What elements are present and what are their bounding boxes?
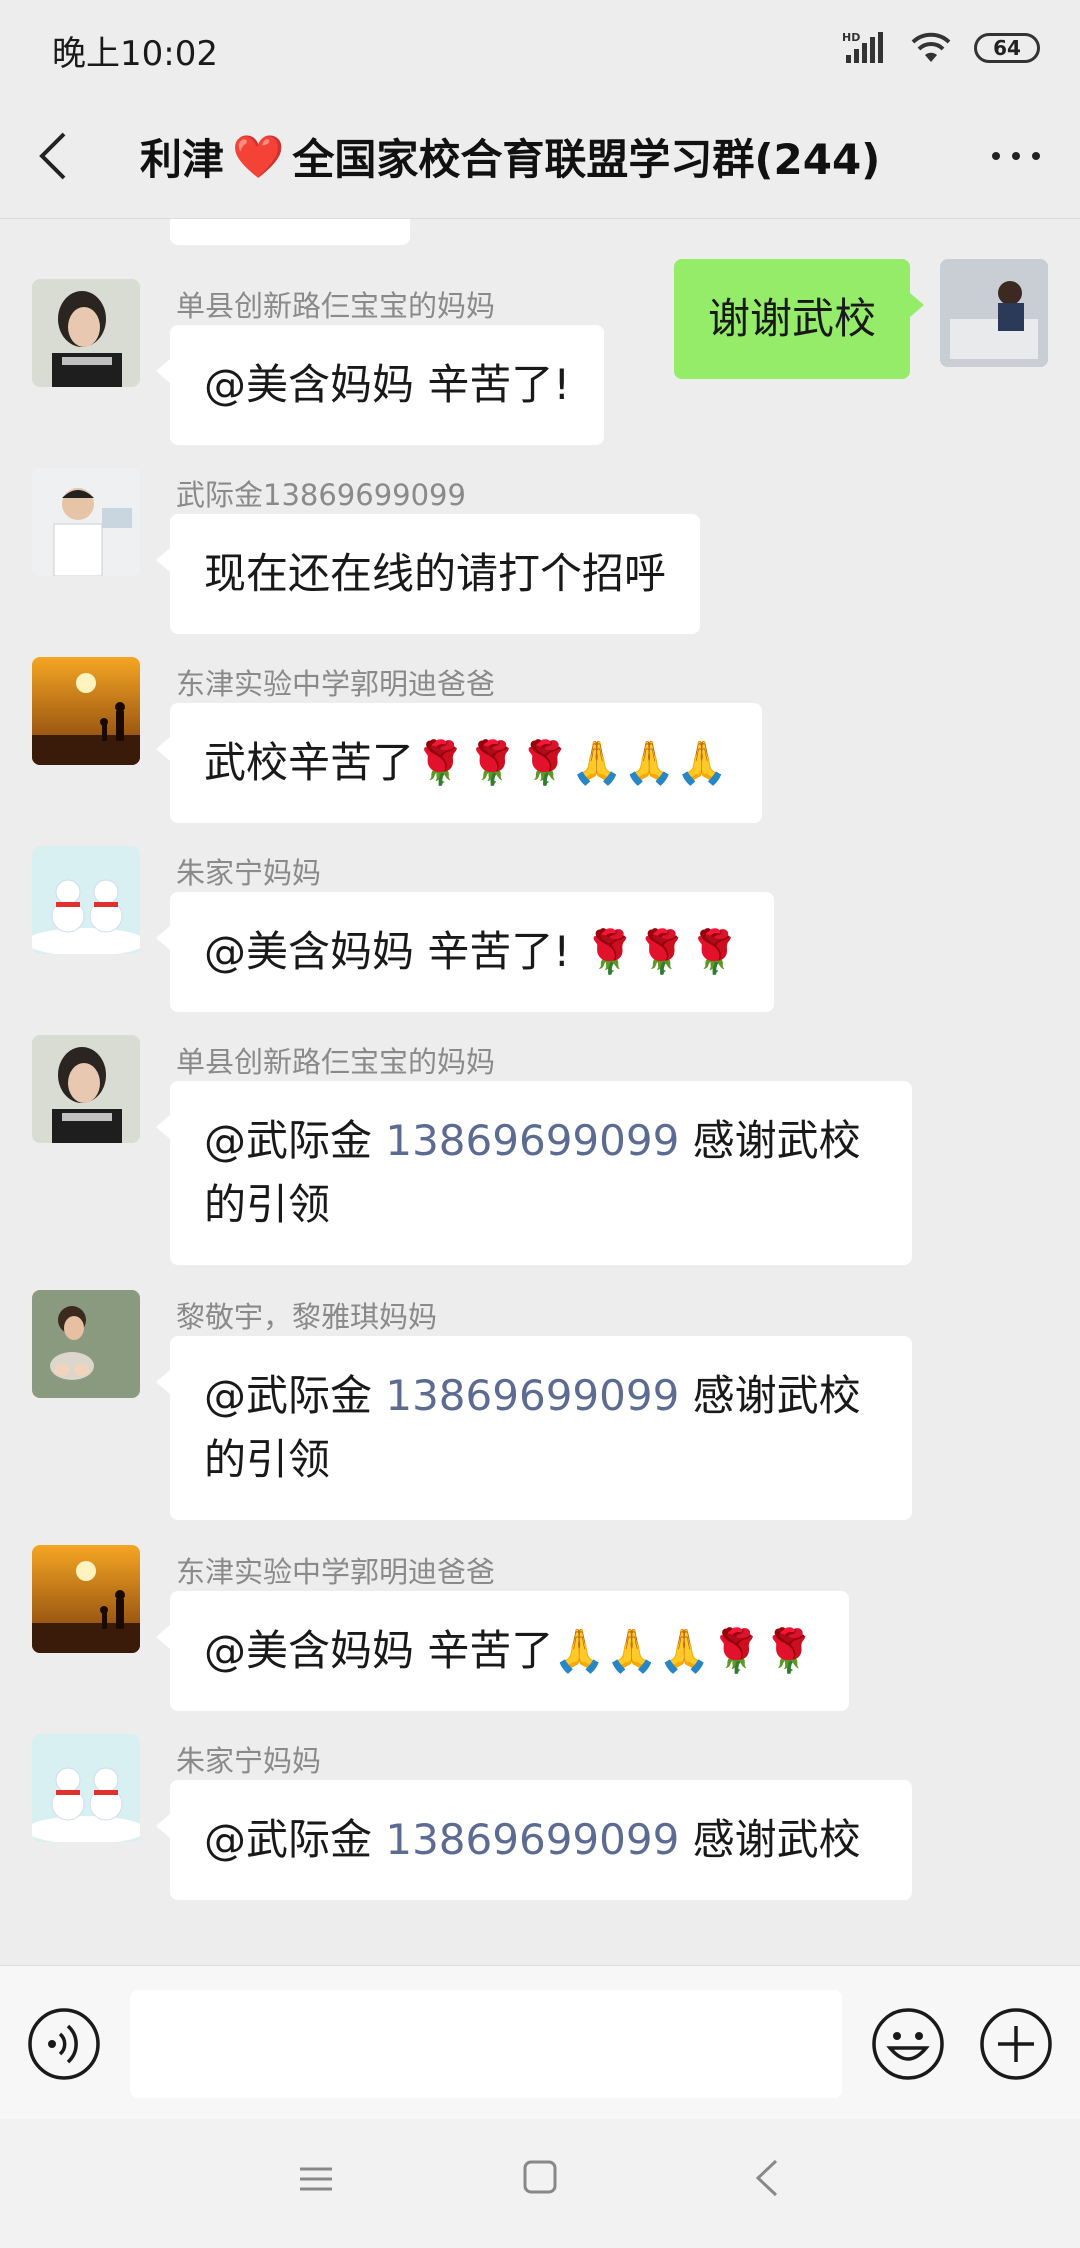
message-bubble[interactable]: @武际金 13869699099 感谢武校 的引领 <box>156 1081 912 1265</box>
avatar[interactable] <box>32 1035 140 1143</box>
nav-back-icon[interactable] <box>752 2157 782 2199</box>
mention-text: @武际金 <box>204 1116 386 1165</box>
message-text: 感谢武校 <box>679 1371 861 1420</box>
child-water-icon <box>32 1290 140 1398</box>
woman-portrait-icon <box>32 1035 140 1143</box>
status-time: 晚上10:02 <box>52 34 218 74</box>
snowmen-icon <box>32 1734 140 1842</box>
phone-link[interactable]: 13869699099 <box>385 1815 679 1864</box>
system-nav-bar <box>0 2119 1080 2248</box>
phone-link[interactable]: 13869699099 <box>385 1116 679 1165</box>
input-bar <box>0 1965 1080 2119</box>
battery-indicator: 64 <box>974 33 1040 63</box>
heart-emoji: ❤️ <box>232 131 285 181</box>
message-bubble[interactable]: @武际金 13869699099 感谢武校 <box>156 1780 912 1900</box>
status-bar: 晚上10:02 HD 64 <box>0 0 1080 96</box>
man-portrait-icon <box>32 468 140 576</box>
back-arrow-icon[interactable] <box>34 126 74 186</box>
emoji-icon[interactable] <box>870 2006 946 2082</box>
avatar[interactable] <box>32 1545 140 1653</box>
avatar[interactable] <box>32 1290 140 1398</box>
child-desk-icon <box>940 259 1048 367</box>
sender-name: 朱家宁妈妈 <box>176 856 322 890</box>
message-bubble[interactable]: 谢谢武校 <box>673 259 925 379</box>
message-bubble[interactable]: @美含妈妈 辛苦了! 🌹🌹🌹 <box>155 892 775 1012</box>
sunset-silhouette-icon <box>32 1545 140 1653</box>
avatar[interactable] <box>32 846 140 954</box>
message-text: 感谢武校 <box>679 1116 861 1165</box>
avatar[interactable] <box>32 657 140 765</box>
sender-name: 东津实验中学郭明迪爸爸 <box>176 1555 496 1589</box>
avatar[interactable] <box>940 259 1048 367</box>
sender-name: 东津实验中学郭明迪爸爸 <box>176 667 496 701</box>
sender-name: 黎敬宇，黎雅琪妈妈 <box>176 1300 438 1334</box>
sender-name: 单县创新路仨宝宝的妈妈 <box>176 1045 496 1079</box>
avatar[interactable] <box>32 468 140 576</box>
message-text-line2: 的引领 <box>204 1180 331 1229</box>
mention-text: @武际金 <box>204 1371 386 1420</box>
voice-input-icon[interactable] <box>26 2006 102 2082</box>
signal-icon: HD <box>842 31 883 63</box>
snowmen-icon <box>32 846 140 954</box>
message-bubble-partial <box>170 219 410 245</box>
sender-name: 朱家宁妈妈 <box>176 1744 322 1778</box>
more-options-icon[interactable] <box>986 136 1046 176</box>
message-bubble[interactable]: @美含妈妈 辛苦了🙏🙏🙏🌹🌹 <box>156 1591 849 1711</box>
avatar[interactable] <box>32 279 140 387</box>
message-bubble[interactable]: @美含妈妈 辛苦了! <box>155 325 605 445</box>
woman-portrait-icon <box>32 279 140 387</box>
status-icons: HD 64 <box>842 30 1040 66</box>
menu-icon[interactable] <box>298 2161 334 2197</box>
message-text-line2: 的引领 <box>204 1435 331 1484</box>
sunset-silhouette-icon <box>32 657 140 765</box>
avatar[interactable] <box>32 1734 140 1842</box>
message-input[interactable] <box>130 1990 842 2098</box>
chat-title-part2: 全国家校合育联盟学习群(244) <box>292 135 881 184</box>
home-icon[interactable] <box>522 2159 558 2195</box>
message-list[interactable]: 谢谢武校 单县创新路仨宝宝的妈妈 @美含妈妈 辛苦了! 武际金138696990… <box>0 219 1080 1965</box>
message-bubble[interactable]: @武际金 13869699099 感谢武校 的引领 <box>156 1336 912 1520</box>
chat-header: 利津 ❤️ 全国家校合育联盟学习群(244) <box>0 96 1080 218</box>
wifi-icon <box>911 32 951 62</box>
sender-name: 单县创新路仨宝宝的妈妈 <box>176 289 496 323</box>
message-bubble[interactable]: 武校辛苦了🌹🌹🌹🙏🙏🙏 <box>156 703 762 823</box>
sender-name: 武际金13869699099 <box>176 478 466 512</box>
phone-link[interactable]: 13869699099 <box>385 1371 679 1420</box>
hd-label: HD <box>842 31 860 44</box>
chat-title: 利津 ❤️ 全国家校合育联盟学习群(244) <box>140 126 940 187</box>
message-text: 感谢武校 <box>679 1815 861 1864</box>
message-bubble[interactable]: 现在还在线的请打个招呼 <box>155 514 701 634</box>
mention-text: @武际金 <box>204 1815 386 1864</box>
plus-icon[interactable] <box>978 2006 1054 2082</box>
chat-title-part1: 利津 <box>140 135 225 184</box>
